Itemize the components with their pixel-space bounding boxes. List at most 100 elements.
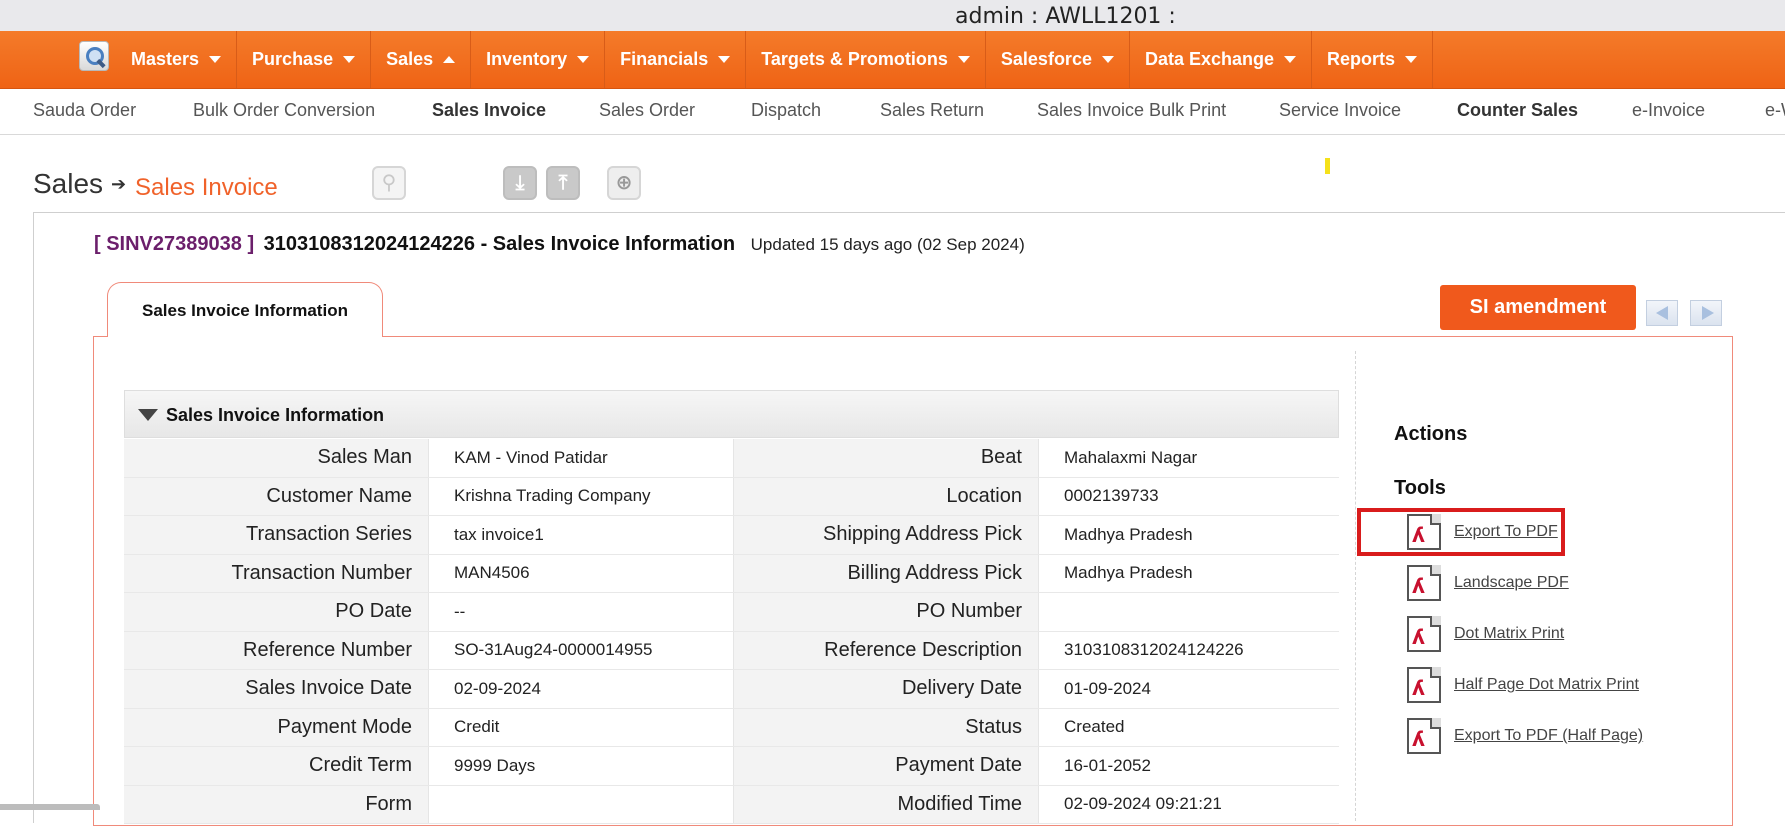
caret-down-icon — [1405, 56, 1418, 63]
field-value: Created — [1038, 708, 1339, 746]
menu-reports[interactable]: Reports — [1312, 31, 1434, 88]
submenu-item[interactable]: e-Invoice — [1632, 100, 1705, 121]
submenu-item[interactable]: Dispatch — [751, 100, 821, 121]
tool-item[interactable]: ʎ Landscape PDF — [1407, 563, 1569, 603]
next-record-button[interactable] — [1690, 300, 1722, 326]
menu-label: Data Exchange — [1144, 49, 1275, 69]
actions-title: Actions — [1394, 423, 1468, 445]
zoom-icon[interactable]: ⊕ — [607, 166, 641, 200]
menu-masters[interactable]: Masters — [116, 31, 238, 88]
submenu-item[interactable]: Service Invoice — [1279, 100, 1401, 121]
top-strip: admin : AWLL1201 : — [0, 0, 1785, 31]
detail-row: Sales Man KAM - Vinod Patidar Beat Mahalaxm… — [124, 439, 1339, 478]
detail-row: Reference Number SO-31Aug24-0000014955 Ref… — [124, 631, 1339, 670]
section-header[interactable]: Sales Invoice Information — [124, 390, 1339, 438]
submenu-item[interactable]: Sauda Order — [33, 100, 136, 121]
detail-row: Form Modified Time 02-09-2024 09:21:21 — [124, 785, 1339, 824]
field-label: Location — [734, 477, 1038, 515]
upload-icon[interactable]: ⤒ — [546, 166, 580, 200]
previous-record-button[interactable] — [1646, 300, 1678, 326]
menu-inventory[interactable]: Inventory — [471, 31, 606, 88]
detail-row: PO Date -- PO Number — [124, 593, 1339, 632]
main-menu-items: Masters Purchase Sales Inventory Financials T… — [116, 31, 1434, 88]
tool-link[interactable]: Dot Matrix Print — [1454, 625, 1564, 643]
field-label: PO Number — [734, 593, 1038, 631]
si-amendment-button[interactable]: SI amendment — [1440, 285, 1636, 330]
caret-down-icon — [577, 56, 590, 63]
tool-item[interactable]: ʎ Export To PDF (Half Page) — [1407, 716, 1643, 756]
tab-label: Sales Invoice Information — [142, 301, 348, 320]
field-label: Status — [734, 708, 1038, 746]
field-value: 02-09-2024 — [428, 670, 734, 708]
menu-salesforce[interactable]: Salesforce — [986, 31, 1130, 88]
menu-sales[interactable]: Sales — [371, 31, 472, 88]
field-label: Customer Name — [124, 477, 428, 515]
field-value: KAM - Vinod Patidar — [428, 439, 734, 477]
field-value: 01-09-2024 — [1038, 670, 1339, 708]
submenu-item[interactable]: Sales Order — [599, 100, 695, 121]
pdf-icon: ʎ — [1407, 565, 1441, 601]
pdf-icon: ʎ — [1407, 514, 1441, 550]
field-value: Mahalaxmi Nagar — [1038, 439, 1339, 477]
field-value: Madhya Pradesh — [1038, 516, 1339, 554]
submenu-item[interactable]: Bulk Order Conversion — [193, 100, 375, 121]
breadcrumb-root[interactable]: Sales — [33, 168, 103, 200]
field-value: 0002139733 — [1038, 477, 1339, 515]
tool-item[interactable]: ʎ Half Page Dot Matrix Print — [1407, 665, 1639, 705]
field-value: 9999 Days — [428, 747, 734, 785]
submenu-item[interactable]: Counter Sales — [1457, 100, 1578, 121]
menu-label: Purchase — [252, 49, 334, 69]
submenu-item[interactable]: Sales Invoice Bulk Print — [1037, 100, 1226, 121]
pdf-icon: ʎ — [1407, 667, 1441, 703]
tool-link[interactable]: Half Page Dot Matrix Print — [1454, 676, 1639, 694]
field-value: -- — [428, 593, 734, 631]
menu-label: Masters — [131, 49, 200, 69]
detail-row: Sales Invoice Date 02-09-2024 Delivery Dat… — [124, 670, 1339, 709]
tab-sales-invoice-information[interactable]: Sales Invoice Information — [107, 282, 383, 337]
caret-down-icon — [343, 56, 356, 63]
breadcrumb-arrow-icon: ➔ — [111, 174, 127, 194]
menu-label: Targets & Promotions — [761, 49, 948, 69]
tool-link[interactable]: Landscape PDF — [1454, 574, 1569, 592]
invoice-details-grid: Sales Man KAM - Vinod Patidar Beat Mahalaxm… — [124, 439, 1339, 824]
search-icon[interactable]: ⚲ — [372, 166, 406, 200]
caret-down-icon — [209, 56, 222, 63]
detail-row: Credit Term 9999 Days Payment Date 16-01-20… — [124, 747, 1339, 786]
field-label: Beat — [734, 439, 1038, 477]
user-info: admin : AWLL1201 : — [955, 4, 1176, 29]
tool-item[interactable]: ʎ Dot Matrix Print — [1407, 614, 1564, 654]
yellow-marker — [1325, 158, 1330, 174]
horizontal-scrollbar[interactable] — [0, 804, 100, 810]
field-value: Krishna Trading Company — [428, 477, 734, 515]
field-value: Madhya Pradesh — [1038, 554, 1339, 592]
detail-row: Transaction Number MAN4506 Billing Address… — [124, 554, 1339, 593]
collapse-triangle-icon[interactable] — [138, 409, 158, 421]
menu-financials[interactable]: Financials — [605, 31, 747, 88]
field-label: Sales Invoice Date — [124, 670, 428, 708]
tool-link[interactable]: Export To PDF (Half Page) — [1454, 727, 1643, 745]
field-value: tax invoice1 — [428, 516, 734, 554]
invoice-number: 3103108312024124226 - Sales Invoice Info… — [263, 233, 736, 255]
panel-divider — [1355, 351, 1356, 821]
field-label: Billing Address Pick — [734, 554, 1038, 592]
tool-link[interactable]: Export To PDF — [1454, 523, 1558, 541]
download-icon[interactable]: ⤓ — [503, 166, 537, 200]
caret-down-icon — [718, 56, 731, 63]
pdf-icon: ʎ — [1407, 616, 1441, 652]
menu-targets-promotions[interactable]: Targets & Promotions — [746, 31, 986, 88]
submenu-item[interactable]: Sales Return — [880, 100, 984, 121]
field-label: Sales Man — [124, 439, 428, 477]
field-label: PO Date — [124, 593, 428, 631]
sub-menu-bar: Sauda Order Bulk Order Conversion Sales In… — [0, 89, 1785, 135]
field-label: Form — [124, 785, 428, 823]
menu-purchase[interactable]: Purchase — [237, 31, 372, 88]
tool-item[interactable]: ʎ Export To PDF — [1407, 512, 1558, 552]
menu-data-exchange[interactable]: Data Exchange — [1130, 31, 1313, 88]
invoice-id: [ SINV27389038 ] — [94, 233, 255, 255]
submenu-item[interactable]: e-W — [1765, 100, 1785, 121]
field-label: Credit Term — [124, 747, 428, 785]
field-value: Credit — [428, 708, 734, 746]
search-icon[interactable] — [79, 41, 109, 71]
field-value — [1038, 593, 1339, 631]
submenu-item[interactable]: Sales Invoice — [432, 100, 546, 121]
